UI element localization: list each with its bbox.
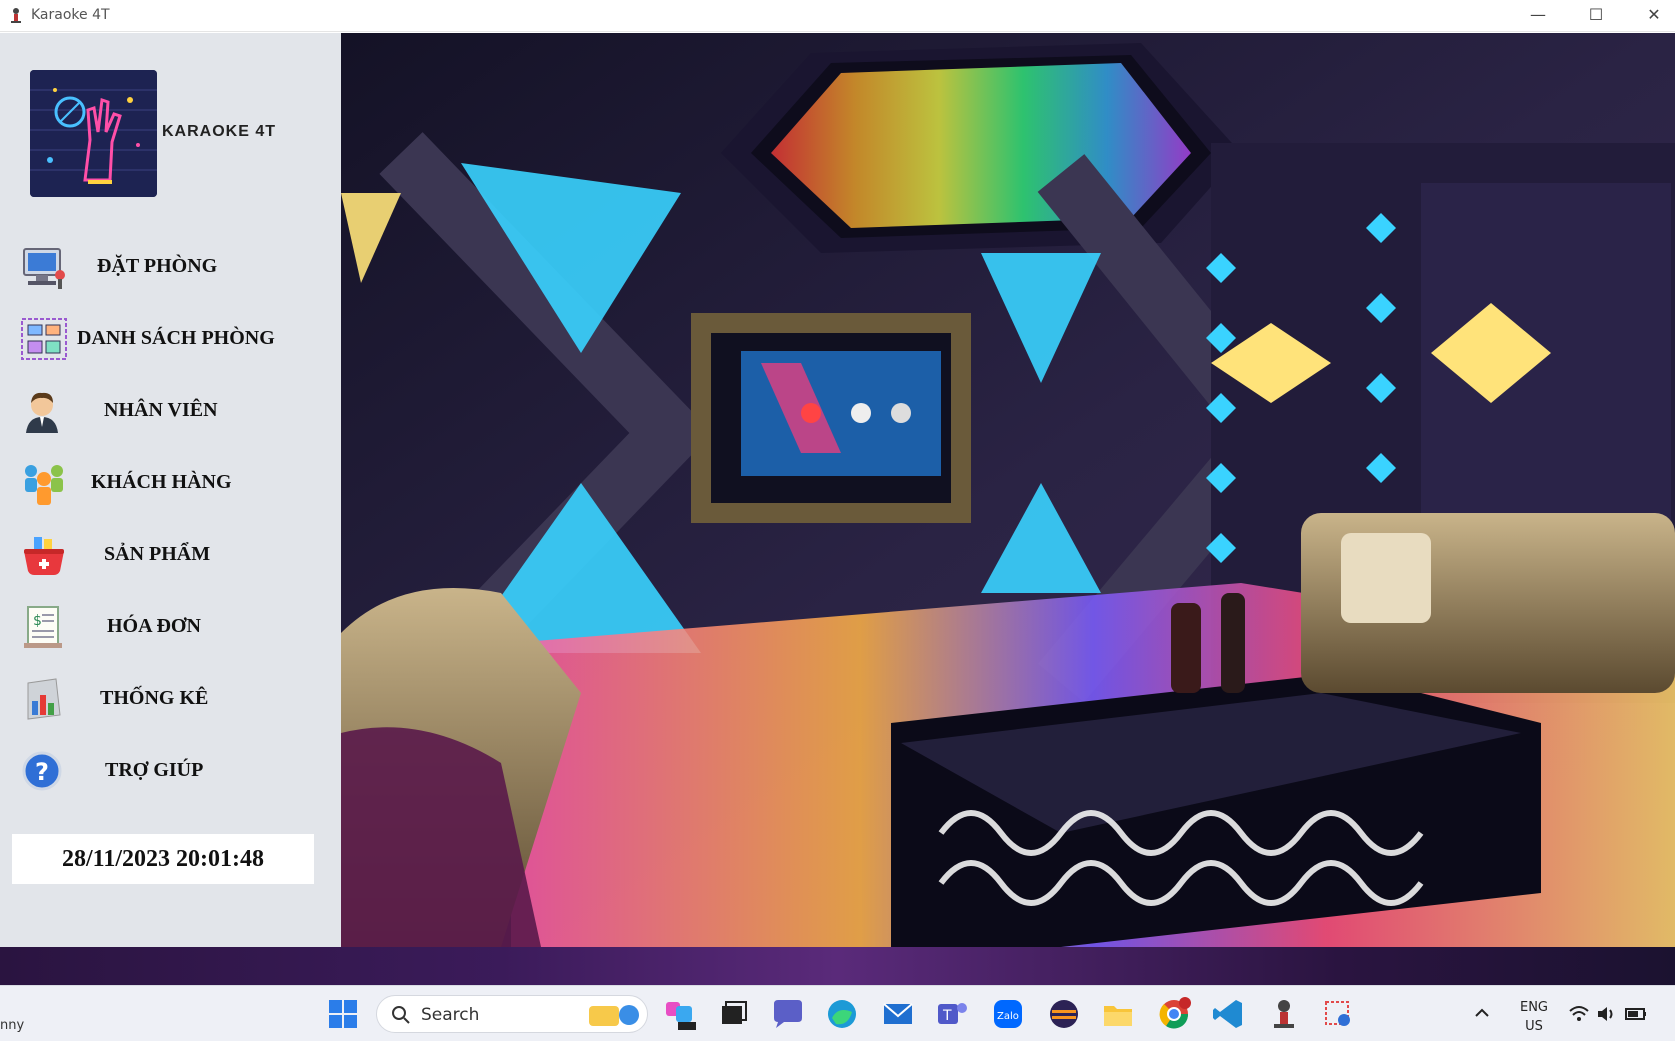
snipping-tool-icon[interactable] xyxy=(1320,996,1356,1032)
statistics-chart-icon xyxy=(27,678,61,720)
brand-name: KARAOKE 4T xyxy=(162,123,277,140)
svg-text:T: T xyxy=(942,1008,952,1024)
sidebar: KARAOKE 4T ĐẶT PHÒNG DANH SÁCH PHÒNG NHÂ… xyxy=(0,33,341,947)
menu-item-nhan-vien[interactable]: NHÂN VIÊN xyxy=(0,381,341,441)
menu-item-hoa-don[interactable]: $ HÓA ĐƠN xyxy=(0,597,341,657)
menu-item-san-pham[interactable]: SẢN PHẨM xyxy=(0,525,341,585)
menu-label-dat-phong: ĐẶT PHÒNG xyxy=(97,255,218,277)
datetime-clock: 28/11/2023 20:01:48 xyxy=(12,834,314,884)
app-microphone-icon xyxy=(11,8,21,23)
menu-label-nhan-vien: NHÂN VIÊN xyxy=(104,399,218,421)
help-icon: ? xyxy=(22,751,62,791)
svg-text:$: $ xyxy=(33,613,42,629)
chrome-icon[interactable] xyxy=(1156,996,1192,1032)
zalo-icon[interactable]: Zalo xyxy=(990,996,1026,1032)
file-explorer-icon[interactable] xyxy=(1100,996,1136,1032)
taskbar-search[interactable]: Search xyxy=(376,995,648,1033)
room-list-icon xyxy=(21,318,67,360)
menu-item-dat-phong[interactable]: ĐẶT PHÒNG xyxy=(0,237,341,297)
menu-item-tro-giup[interactable]: ? TRỢ GIÚP xyxy=(0,741,341,801)
menu-label-hoa-don: HÓA ĐƠN xyxy=(107,615,201,637)
karaoke-room-image xyxy=(341,33,1675,947)
language-code[interactable]: ENG xyxy=(1516,1000,1552,1015)
invoice-icon: $ xyxy=(24,606,62,648)
menu-label-thong-ke: THỐNG KÊ xyxy=(100,687,209,709)
menu-item-danh-sach-phong[interactable]: DANH SÁCH PHÒNG xyxy=(0,309,341,369)
wifi-icon[interactable] xyxy=(1568,1004,1590,1024)
battery-icon[interactable] xyxy=(1624,1004,1648,1024)
minimize-button[interactable]: — xyxy=(1515,0,1561,32)
menu-label-san-pham: SẢN PHẨM xyxy=(104,543,211,565)
language-region[interactable]: US xyxy=(1516,1019,1552,1034)
taskbar-left-text: nny xyxy=(0,1018,25,1033)
menu-label-danh-sach-phong: DANH SÁCH PHÒNG xyxy=(77,327,275,349)
title-bar: Karaoke 4T — ☐ ✕ xyxy=(0,0,1675,32)
close-button[interactable]: ✕ xyxy=(1631,0,1675,32)
menu-item-khach-hang[interactable]: KHÁCH HÀNG xyxy=(0,453,341,513)
employee-icon xyxy=(26,392,58,433)
eclipse-icon[interactable] xyxy=(1046,996,1082,1032)
app-window: Karaoke 4T — ☐ ✕ KARAOKE 4T ĐẶT PHÒNG DA… xyxy=(0,0,1675,947)
volume-icon[interactable] xyxy=(1596,1004,1618,1024)
menu-item-thong-ke[interactable]: THỐNG KÊ xyxy=(0,669,341,729)
teams-icon[interactable]: T xyxy=(934,996,970,1032)
desktop-wallpaper-strip xyxy=(0,947,1675,985)
menu-label-tro-giup: TRỢ GIÚP xyxy=(105,759,204,781)
products-basket-icon xyxy=(24,537,64,575)
customers-icon xyxy=(25,465,63,505)
booking-computer-icon xyxy=(23,248,65,289)
svg-text:Zalo: Zalo xyxy=(997,1011,1019,1022)
karaoke-app-icon[interactable] xyxy=(1266,996,1302,1032)
svg-text:?: ? xyxy=(35,758,49,786)
taskbar: nny Search T Zalo ENG US xyxy=(0,985,1675,1041)
window-title: Karaoke 4T xyxy=(31,7,110,23)
mail-icon[interactable] xyxy=(880,996,916,1032)
chevron-up-icon[interactable] xyxy=(1474,1006,1490,1020)
windows-start-icon[interactable] xyxy=(325,996,361,1032)
chat-icon[interactable] xyxy=(770,996,806,1032)
task-view-icon[interactable] xyxy=(716,996,752,1032)
search-icon xyxy=(392,1006,410,1024)
karaoke-logo xyxy=(30,70,157,197)
vscode-icon[interactable] xyxy=(1210,996,1246,1032)
copilot-icon[interactable] xyxy=(662,996,698,1032)
search-highlight-icon xyxy=(589,1005,639,1026)
edge-browser-icon[interactable] xyxy=(824,996,860,1032)
search-placeholder: Search xyxy=(421,1005,480,1025)
menu-label-khach-hang: KHÁCH HÀNG xyxy=(91,471,232,493)
neon-hand-mic-icon xyxy=(30,70,157,197)
maximize-button[interactable]: ☐ xyxy=(1573,0,1619,32)
